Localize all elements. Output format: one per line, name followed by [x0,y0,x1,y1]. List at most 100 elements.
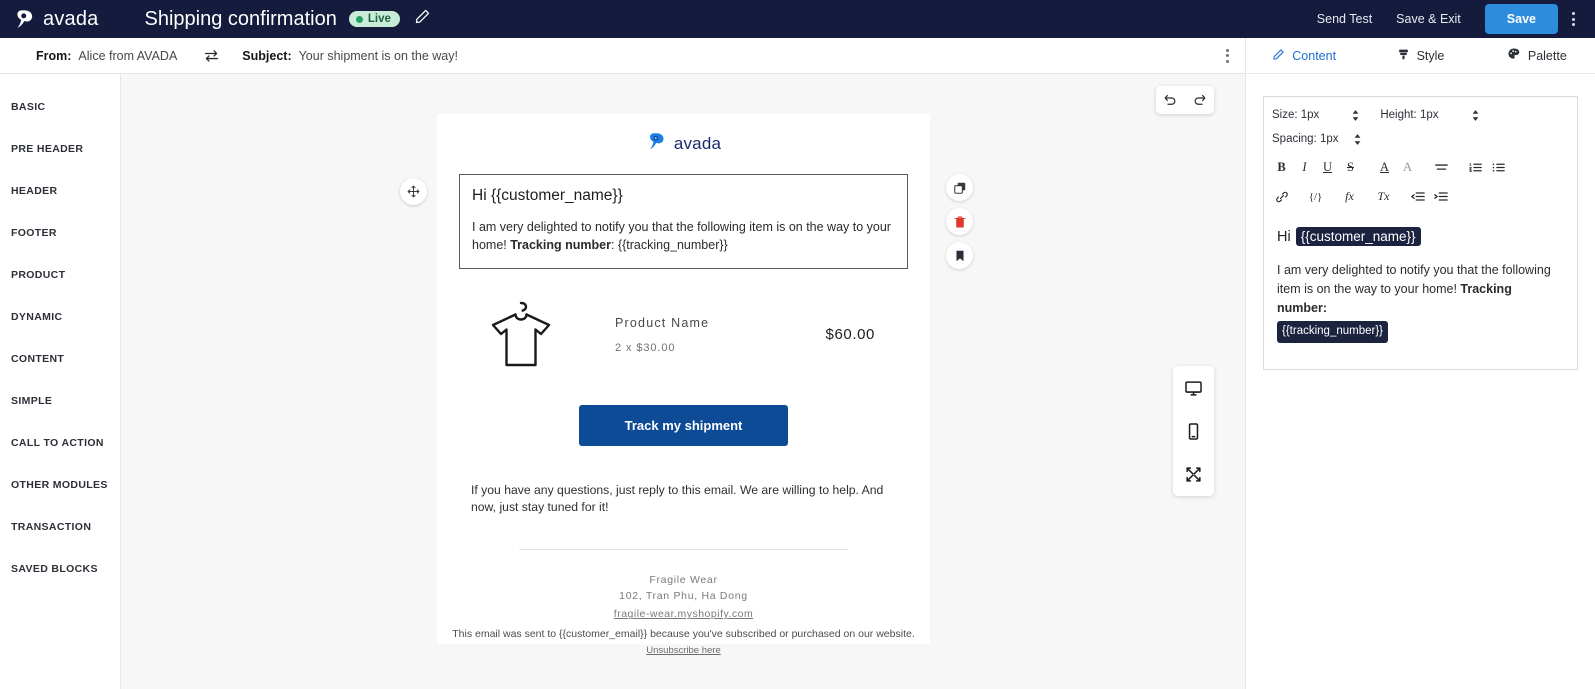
sidebar-item-header[interactable]: HEADER [0,170,120,212]
italic-icon[interactable]: I [1293,157,1316,178]
sidebar-item-other-modules[interactable]: OTHER MODULES [0,464,120,506]
send-test-button[interactable]: Send Test [1305,6,1384,32]
indent-decrease-icon[interactable] [1406,186,1429,207]
track-shipment-button[interactable]: Track my shipment [578,404,789,446]
tab-palette-label: Palette [1527,48,1567,63]
desktop-icon[interactable] [1181,376,1207,400]
product-block[interactable]: Product Name 2 x $30.00 $60.00 [437,269,930,391]
page-title: Shipping confirmation [144,7,337,30]
indent-increase-icon[interactable] [1429,186,1452,207]
sidebar-item-saved-blocks[interactable]: SAVED BLOCKS [0,548,120,590]
footer-note: This email was sent to {{customer_email}… [452,628,915,640]
sidebar-item-call-to-action[interactable]: CALL TO ACTION [0,422,120,464]
strikethrough-icon[interactable]: S [1339,157,1362,178]
sidebar-item-footer[interactable]: FOOTER [0,212,120,254]
html-code-icon[interactable]: {/} [1304,186,1327,207]
font-size-stepper[interactable] [1351,109,1360,122]
format-buttons-row-1: B I U S A A [1264,155,1577,186]
line-height-label: Height: 1px [1380,109,1439,121]
bookmark-icon[interactable] [946,242,973,269]
brand-name: avada [43,7,99,30]
subject-label: Subject: [242,48,292,63]
subject-value[interactable]: Your shipment is on the way! [299,49,458,63]
spacing-row: Spacing: 1px [1272,129,1569,149]
brand[interactable]: avada [13,8,99,31]
right-panel: Content Style Palette Size: 1px Height: … [1245,38,1595,689]
mobile-icon[interactable] [1181,419,1207,443]
text-color-icon[interactable]: A [1373,157,1396,178]
save-and-exit-button[interactable]: Save & Exit [1384,6,1473,32]
tab-style[interactable]: Style [1362,38,1478,74]
email-logo-block[interactable]: avada [437,114,930,174]
subject-bar: From: Alice from AVADA Subject: Your shi… [0,38,1245,74]
subject-more-icon[interactable] [1226,48,1229,63]
align-icon[interactable] [1430,157,1453,178]
from-value[interactable]: Alice from AVADA [78,49,177,63]
sidebar: BASIC PRE HEADER HEADER FOOTER PRODUCT D… [0,74,121,689]
email-body-text: I am very delighted to notify you that t… [472,219,895,255]
format-controls: Size: 1px Height: 1px Spacing: 1px [1264,97,1577,155]
unordered-list-icon[interactable] [1487,157,1510,178]
brush-icon [1397,48,1410,64]
link-icon[interactable] [1270,186,1293,207]
email-canvas: avada Hi {{customer_name}} I am very del… [121,74,1245,689]
tracking-number-chip[interactable]: {{tracking_number}} [1277,321,1389,343]
merge-tag-icon[interactable]: fx [1338,186,1361,207]
email-logo-text: avada [673,134,722,153]
undo-icon[interactable] [1156,86,1185,114]
palette-icon [1507,47,1521,64]
sidebar-item-transaction[interactable]: TRANSACTION [0,506,120,548]
duplicate-icon[interactable] [946,174,973,201]
kebab-menu-icon[interactable] [1562,4,1585,34]
redo-icon[interactable] [1185,86,1214,114]
clear-format-icon[interactable]: Tx [1372,186,1395,207]
sidebar-item-dynamic[interactable]: DYNAMIC [0,296,120,338]
size-height-row: Size: 1px Height: 1px [1272,105,1569,125]
tab-style-label: Style [1416,48,1445,63]
swap-arrows-icon[interactable] [203,49,220,63]
highlight-color-icon[interactable]: A [1396,157,1419,178]
sidebar-item-pre-header[interactable]: PRE HEADER [0,128,120,170]
editor-body-text: I am very delighted to notify you that t… [1277,261,1564,343]
editor-greeting-line: Hi {{customer_name}} [1277,227,1564,246]
product-quantity: 2 x $30.00 [615,341,676,354]
tab-content-label: Content [1292,48,1337,63]
status-badge: Live [348,11,400,27]
sidebar-item-basic[interactable]: BASIC [0,86,120,128]
move-handle-icon[interactable] [400,178,427,205]
tshirt-hanger-icon [477,297,565,373]
unsubscribe-link[interactable]: Unsubscribe here [646,645,720,656]
rich-text-editor[interactable]: Hi {{customer_name}} I am very delighted… [1264,215,1577,369]
pencil-icon [1272,48,1285,64]
undo-redo-toolbar [1156,86,1214,114]
letter-spacing-label: Spacing: 1px [1272,133,1339,145]
sidebar-item-content[interactable]: CONTENT [0,338,120,380]
text-block-wrapper: Hi {{customer_name}} I am very delighted… [400,174,973,269]
email-preview-sheet: avada Hi {{customer_name}} I am very del… [400,114,973,645]
email-body-suffix: : {{tracking_number}} [610,237,728,252]
status-dot-icon [355,15,363,23]
selected-text-block[interactable]: Hi {{customer_name}} I am very delighted… [459,174,908,269]
top-bar: avada Shipping confirmation Live Send Te… [0,0,1595,38]
edit-title-button[interactable] [414,8,431,30]
bold-icon[interactable]: B [1270,157,1293,178]
email-body-bold: Tracking number [510,237,611,252]
tab-content[interactable]: Content [1246,38,1362,74]
customer-name-chip[interactable]: {{customer_name}} [1295,227,1421,246]
cta-block: Track my shipment [437,391,930,464]
ordered-list-icon[interactable] [1464,157,1487,178]
trash-icon[interactable] [946,208,973,235]
avada-logo-icon [13,8,36,31]
save-button[interactable]: Save [1484,4,1558,34]
sidebar-item-simple[interactable]: SIMPLE [0,380,120,422]
sidebar-item-product[interactable]: PRODUCT [0,254,120,296]
line-height-stepper[interactable] [1471,109,1480,122]
email-footer: This email was sent to {{customer_email}… [437,615,930,658]
pencil-icon [414,8,431,30]
fullscreen-icon[interactable] [1181,462,1207,486]
letter-spacing-stepper[interactable] [1353,133,1362,146]
underline-icon[interactable]: U [1316,157,1339,178]
tab-palette[interactable]: Palette [1479,38,1595,74]
company-street: 102, Tran Phu, Ha Dong [619,590,748,603]
product-info: Product Name 2 x $30.00 [615,316,826,354]
